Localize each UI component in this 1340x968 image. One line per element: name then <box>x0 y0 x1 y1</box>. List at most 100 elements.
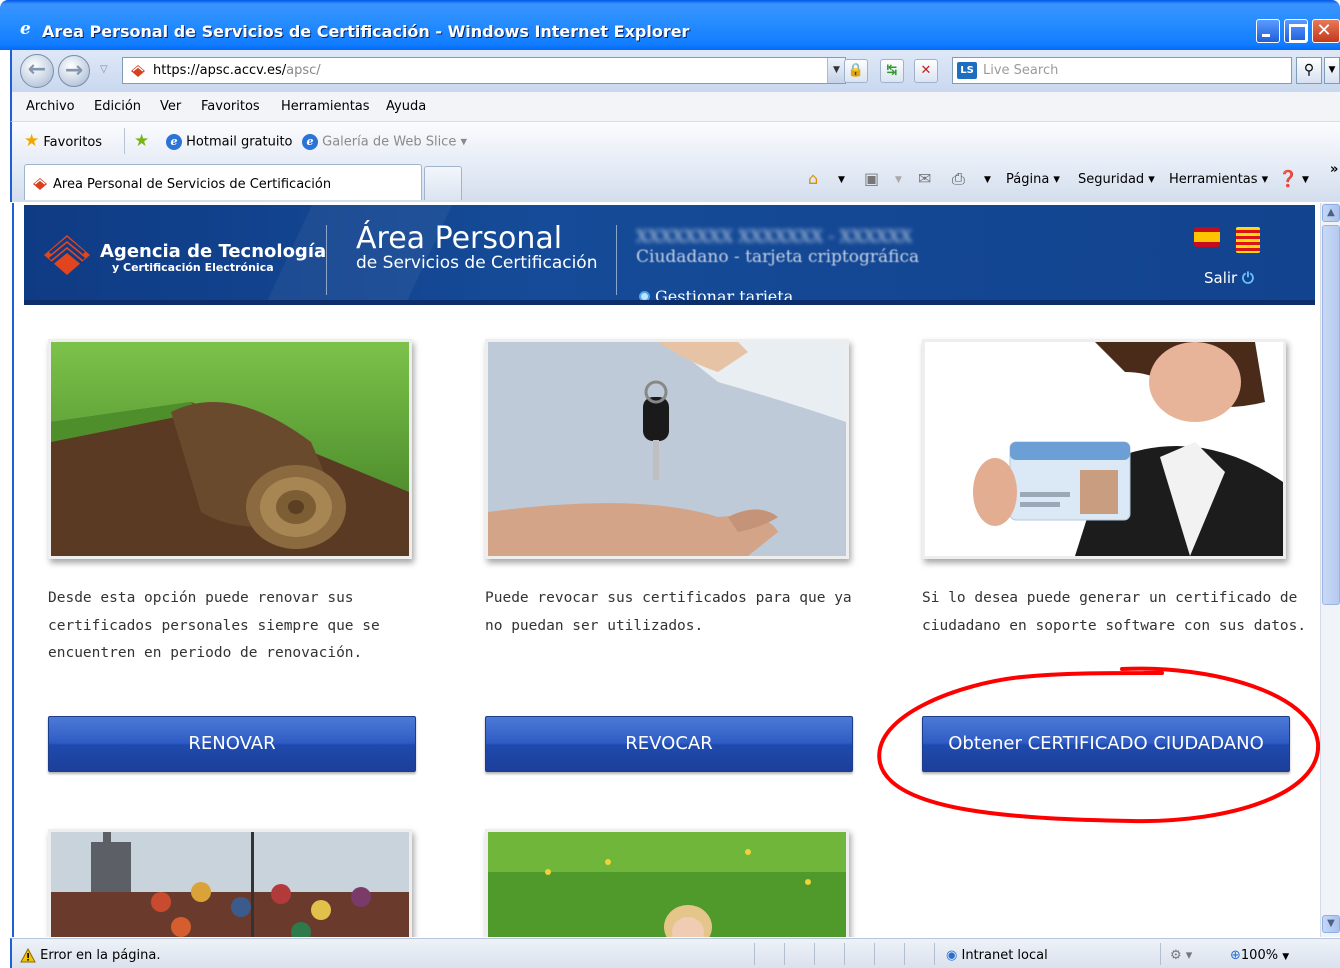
site-header-banner: Agencia de Tecnología y Certificación El… <box>24 205 1315 305</box>
search-button[interactable]: ⚲ <box>1296 57 1322 84</box>
agency-subtitle: y Certificación Electrónica <box>112 261 274 274</box>
vertical-scrollbar[interactable]: ▲ ▼ <box>1320 203 1340 937</box>
power-icon: ⏻ <box>1242 269 1254 287</box>
print-icon[interactable]: ⎙ <box>952 169 965 189</box>
menu-edicion[interactable]: Edición <box>94 99 141 114</box>
refresh-icon[interactable]: ↹ <box>880 59 904 83</box>
logout-link[interactable]: Salir ⏻ <box>1204 269 1254 287</box>
maximize-button[interactable] <box>1284 19 1308 43</box>
address-dropdown-icon[interactable]: ▼ <box>827 58 845 83</box>
close-button[interactable]: ✕ <box>1312 19 1340 43</box>
history-dropdown-icon[interactable]: ▽ <box>100 64 108 75</box>
citizen-certificate-description: Si lo desea puede generar un certificado… <box>922 590 1307 634</box>
feeds-icon[interactable]: ▣ <box>864 169 879 188</box>
status-divider <box>1160 943 1161 965</box>
page-error-indicator[interactable]: Error en la página. <box>20 948 160 963</box>
forward-button[interactable]: → <box>58 55 90 87</box>
page-title: Área Personal <box>356 221 563 256</box>
home-dropdown-icon[interactable]: ▼ <box>838 175 845 185</box>
menu-ver[interactable]: Ver <box>160 99 181 114</box>
minimize-button[interactable] <box>1256 19 1280 43</box>
banner-bottom-stripe <box>24 300 1315 305</box>
url-text[interactable]: https://apsc.accv.es/apsc/ <box>153 63 321 78</box>
internet-explorer-icon: e <box>20 19 31 39</box>
lock-icon[interactable]: 🔒 <box>844 59 868 83</box>
tab-bar: Area Personal de Servicios de Certificac… <box>10 160 1340 202</box>
love-locks-image <box>48 829 412 937</box>
site-favicon-icon <box>131 65 145 77</box>
tools-menu[interactable]: Herramientas ▾ <box>1169 172 1268 187</box>
accv-logo-icon <box>44 235 90 275</box>
search-options-dropdown-icon[interactable]: ▼ <box>1324 57 1340 84</box>
revoke-button[interactable]: REVOCAR <box>485 716 853 772</box>
search-field[interactable]: LS Live Search <box>952 57 1292 84</box>
stop-icon[interactable]: ✕ <box>914 59 938 83</box>
zoom-dropdown-icon[interactable]: ▼ <box>1282 952 1289 962</box>
status-divider <box>814 943 815 965</box>
toolbar-overflow-icon[interactable]: » <box>1330 162 1338 177</box>
woman-with-id-card-image <box>922 339 1286 559</box>
status-divider <box>874 943 875 965</box>
user-name: XXXXXXXX XXXXXXX - XXXXXX <box>636 227 913 247</box>
feeds-dropdown-icon[interactable]: ▼ <box>895 175 902 185</box>
scrollbar-thumb[interactable] <box>1322 225 1340 605</box>
security-menu[interactable]: Seguridad ▾ <box>1078 172 1155 187</box>
print-dropdown-icon[interactable]: ▼ <box>984 175 991 185</box>
renew-button[interactable]: RENOVAR <box>48 716 416 772</box>
help-icon[interactable]: ❓ <box>1278 169 1298 188</box>
divider <box>326 225 327 295</box>
read-mail-icon[interactable]: ✉ <box>918 169 931 188</box>
status-divider <box>754 943 755 965</box>
close-icon: ✕ <box>1316 20 1332 41</box>
live-search-logo-icon: LS <box>957 62 977 79</box>
back-arrow-icon: ← <box>27 57 47 82</box>
divider <box>124 128 125 154</box>
add-to-favorites-bar-icon[interactable]: ★ <box>134 131 149 151</box>
address-toolbar: ← → ▽ https://apsc.accv.es/apsc/ ▼ 🔒 ↹ ✕… <box>10 50 1340 92</box>
menu-ayuda[interactable]: Ayuda <box>386 99 426 114</box>
favorite-link-hotmail[interactable]: e Hotmail gratuito <box>166 134 293 150</box>
menu-favoritos[interactable]: Favoritos <box>201 99 260 114</box>
woman-in-grass-image <box>485 829 849 937</box>
divider <box>616 225 617 295</box>
window-title-bar: e Area Personal de Servicios de Certific… <box>0 0 1340 50</box>
status-divider <box>904 943 905 965</box>
revoke-description: Puede revocar sus certificados para que … <box>485 590 852 634</box>
search-placeholder: Live Search <box>983 63 1059 78</box>
car-keys-image <box>485 339 849 559</box>
magnifier-icon: ⚲ <box>1303 62 1315 78</box>
card-type: Ciudadano - tarjeta criptográfica <box>636 247 920 267</box>
help-dropdown-icon[interactable]: ▼ <box>1302 175 1309 185</box>
address-field[interactable]: https://apsc.accv.es/apsc/ ▼ <box>122 57 846 84</box>
valencian-flag-icon[interactable] <box>1236 227 1260 253</box>
zoom-icon: ⊕ <box>1230 948 1241 963</box>
menu-archivo[interactable]: Archivo <box>26 99 75 114</box>
status-divider <box>844 943 845 965</box>
forward-arrow-icon: → <box>64 58 84 83</box>
new-tab-button[interactable] <box>424 166 462 200</box>
site-favicon-icon <box>33 178 47 190</box>
status-divider <box>934 943 935 965</box>
menu-herramientas[interactable]: Herramientas <box>281 99 370 114</box>
warning-icon <box>20 948 36 963</box>
page-menu[interactable]: Página ▾ <box>1006 172 1060 187</box>
spanish-flag-icon[interactable] <box>1194 227 1220 247</box>
zoom-level[interactable]: ⊕100% ▼ <box>1230 948 1289 963</box>
favorites-bar: ★ Favoritos ★ e Hotmail gratuito e Galer… <box>10 122 1340 160</box>
window-title: Area Personal de Servicios de Certificac… <box>42 22 690 41</box>
back-button[interactable]: ← <box>20 54 54 88</box>
protected-mode-icon[interactable]: ⚙ ▾ <box>1170 948 1192 963</box>
scroll-up-icon[interactable]: ▲ <box>1322 204 1340 222</box>
favorite-link-web-slice[interactable]: e Galería de Web Slice ▾ <box>302 134 467 150</box>
turf-roll-image <box>48 339 412 559</box>
page-viewport: Agencia de Tecnología y Certificación El… <box>12 203 1320 937</box>
scroll-down-icon[interactable]: ▼ <box>1322 915 1340 933</box>
favorites-button[interactable]: ★ Favoritos <box>24 131 102 151</box>
renew-description: Desde esta opción puede renovar sus cert… <box>48 590 380 661</box>
security-zone[interactable]: ◉ Intranet local <box>946 948 1048 963</box>
home-icon[interactable]: ⌂ <box>808 169 818 188</box>
tab-area-personal[interactable]: Area Personal de Servicios de Certificac… <box>24 164 422 200</box>
star-icon: ★ <box>24 131 40 151</box>
page-subtitle: de Servicios de Certificación <box>356 253 598 273</box>
agency-name: Agencia de Tecnología <box>100 241 327 262</box>
